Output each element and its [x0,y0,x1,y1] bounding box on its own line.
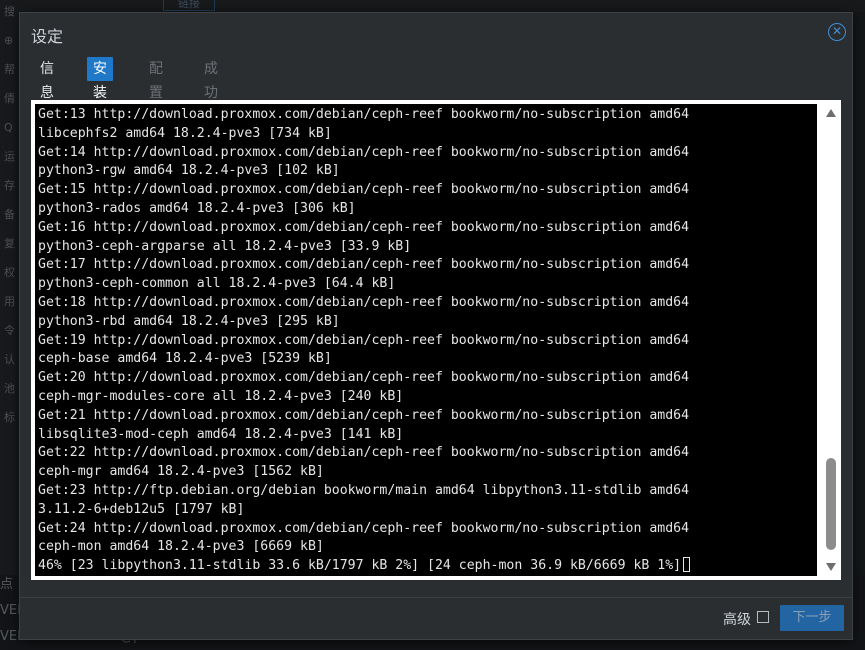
log-line: python3-rbd amd64 18.2.4-pve3 [295 kB] [38,313,340,329]
log-line: ceph-mon amd64 18.2.4-pve3 [6669 kB] [38,539,324,555]
log-line: Get:20 http://download.proxmox.com/debia… [38,370,690,386]
log-line: ceph-mgr amd64 18.2.4-pve3 [1562 kB] [38,464,324,480]
log-line: ceph-base amd64 18.2.4-pve3 [5239 kB] [38,351,332,367]
close-icon[interactable]: ✕ [828,23,846,41]
next-button[interactable]: 下一步 [780,605,844,631]
scroll-up-arrow-icon[interactable] [826,109,836,117]
log-line: libsqlite3-mod-ceph amd64 18.2.4-pve3 [1… [38,426,404,442]
log-line: libcephfs2 amd64 18.2.4-pve3 [734 kB] [38,125,332,141]
log-line: Get:22 http://download.proxmox.com/debia… [38,445,690,461]
log-line: python3-ceph-argparse all 18.2.4-pve3 [3… [38,238,412,254]
log-line: Get:23 http://ftp.debian.org/debian book… [38,482,690,498]
dialog-header: 设定 ✕ [20,13,852,53]
log-line: Get:19 http://download.proxmox.com/debia… [38,332,690,348]
log-line: Get:24 http://download.proxmox.com/debia… [38,520,690,536]
progress-text: 46% [23 libpython3.11-stdlib 33.6 kB/179… [38,558,682,574]
setup-dialog: 设定 ✕ 信息 安装 配置 成功 Get:13 http://download.… [19,12,853,640]
log-line: python3-ceph-common all 18.2.4-pve3 [64.… [38,276,396,292]
advanced-label: 高级 [723,612,751,628]
log-line: Get:13 http://download.proxmox.com/debia… [38,107,690,122]
log-line: python3-rgw amd64 18.2.4-pve3 [102 kB] [38,163,340,179]
terminal-output[interactable]: Get:13 http://download.proxmox.com/debia… [35,104,817,576]
terminal-cursor [683,557,691,573]
log-line: Get:21 http://download.proxmox.com/debia… [38,407,690,423]
log-progress-line: 46% [23 libpython3.11-stdlib 33.6 kB/179… [38,557,817,576]
dialog-footer: 高级 下一步 [20,597,852,640]
log-line: Get:15 http://download.proxmox.com/debia… [38,182,690,198]
log-line: Get:16 http://download.proxmox.com/debia… [38,219,690,235]
log-line: ceph-mgr-modules-core all 18.2.4-pve3 [2… [38,388,404,404]
scroll-thumb[interactable] [826,458,836,550]
advanced-checkbox[interactable] [757,611,769,623]
dialog-title: 设定 [31,27,64,46]
scroll-down-arrow-icon[interactable] [826,563,836,571]
log-scrollbar[interactable] [821,100,841,580]
log-line: Get:14 http://download.proxmox.com/debia… [38,144,690,160]
tab-info[interactable]: 信息 [34,57,60,101]
tab-config: 配置 [149,61,163,101]
log-line: 3.11.2-6+deb12u5 [1797 kB] [38,501,245,517]
log-line: Get:18 http://download.proxmox.com/debia… [38,294,690,310]
tab-success: 成功 [204,61,218,101]
log-line: Get:17 http://download.proxmox.com/debia… [38,257,690,273]
install-log-panel: Get:13 http://download.proxmox.com/debia… [31,100,841,580]
log-line: python3-rados amd64 18.2.4-pve3 [306 kB] [38,200,356,216]
tab-install[interactable]: 安装 [87,57,113,101]
